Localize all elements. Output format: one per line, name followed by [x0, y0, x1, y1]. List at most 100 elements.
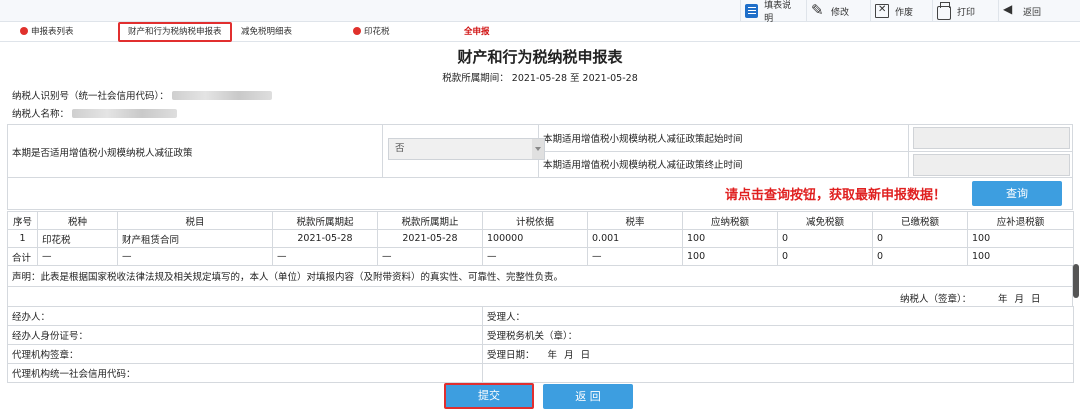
return-label: 返回 — [1023, 7, 1042, 18]
tab-label: 全申报 — [464, 27, 490, 37]
taxpayer-id-redacted — [171, 91, 272, 100]
table-cell: 100 — [967, 247, 1074, 266]
table-cell: — — [117, 247, 273, 266]
red-gear-icon — [353, 27, 361, 35]
empty-cell — [482, 363, 1074, 383]
table-cell: 印花税 — [37, 229, 118, 248]
table-header-row: 序号 税种 税目 税款所属期起 税款所属期止 计税依据 税率 应纳税额 减免税额… — [7, 211, 1074, 230]
submit-button[interactable]: 提交 — [444, 383, 534, 409]
table-cell: 1 — [7, 229, 38, 248]
policy-end-label: 本期适用增值税小规模纳税人减征政策终止时间 — [543, 160, 743, 171]
agent-id-label: 经办人身份证号： — [7, 325, 483, 345]
void-label: 作废 — [895, 7, 914, 18]
reduction-policy-block: 本期是否适用增值税小规模纳税人减征政策 本期适用增值税小规模纳税人减征政策起始时… — [7, 124, 1073, 178]
receiver-label: 受理人： — [482, 306, 1074, 326]
print-label: 打印 — [957, 7, 976, 18]
period-value: 2021-05-28 至 2021-05-28 — [511, 73, 638, 84]
back-arrow-icon — [1003, 2, 1017, 18]
table-cell: 100 — [682, 247, 778, 266]
tab-full-declaration[interactable]: 全申报 — [464, 25, 490, 39]
policy-start-input[interactable] — [913, 127, 1070, 149]
taxpayer-id-row: 纳税人识别号（统一社会信用代码）： — [12, 88, 272, 102]
table-cell: 合计 — [7, 247, 38, 266]
policy-select-value: 否 — [395, 143, 405, 154]
footer-row: 代理机构签章： 受理日期： 年 月 日 — [7, 344, 1074, 364]
tab-declaration-list[interactable]: 申报表列表 — [20, 25, 74, 39]
tab-label: 财产和行为税纳税申报表 — [128, 27, 222, 37]
toolbar-actions: 填表说明 修改 作废 打印 返回 — [740, 0, 1080, 24]
taxpayer-name-label: 纳税人名称： — [12, 109, 70, 120]
column-header: 税率 — [587, 211, 683, 230]
receiving-office-label: 受理税务机关（章）： — [482, 325, 1074, 345]
signature-date: 年 月 日 — [998, 294, 1041, 305]
instructions-button[interactable]: 填表说明 — [740, 0, 806, 24]
taxpayer-name-row: 纳税人名称： — [12, 106, 178, 120]
signature-label: 纳税人（签章）： — [900, 294, 972, 305]
column-header: 税款所属期止 — [377, 211, 483, 230]
tax-table: 序号 税种 税目 税款所属期起 税款所属期止 计税依据 税率 应纳税额 减免税额… — [7, 211, 1074, 266]
query-button[interactable]: 查询 — [972, 181, 1062, 206]
edit-label: 修改 — [831, 7, 850, 18]
policy-end-input[interactable] — [913, 154, 1070, 176]
red-gear-icon — [20, 27, 28, 35]
column-header: 应纳税额 — [682, 211, 778, 230]
tab-tax-relief-details[interactable]: 减免税明细表 — [241, 25, 292, 39]
tab-label: 减免税明细表 — [241, 27, 293, 37]
signature-row: 纳税人（签章）： 年 月 日 — [7, 287, 1073, 307]
void-icon — [875, 4, 889, 18]
form-tabs: 申报表列表 财产和行为税纳税申报表 减免税明细表 印花税 全申报 — [0, 22, 1080, 42]
printer-icon — [937, 1, 951, 20]
footer-row: 经办人身份证号： 受理税务机关（章）： — [7, 325, 1074, 345]
table-total-row: 合计 — — — — — — 100 0 0 100 — [7, 247, 1074, 266]
back-button[interactable]: 返 回 — [543, 384, 633, 409]
print-button[interactable]: 打印 — [932, 0, 998, 22]
top-toolbar: 填表说明 修改 作废 打印 返回 — [0, 0, 1080, 24]
column-header: 减免税额 — [777, 211, 873, 230]
void-button[interactable]: 作废 — [870, 0, 932, 22]
column-header: 税种 — [37, 211, 118, 230]
table-cell: 2021-05-28 — [272, 229, 378, 248]
receive-date-cell: 受理日期： 年 月 日 — [482, 344, 1074, 364]
footer-table: 经办人： 受理人： 经办人身份证号： 受理税务机关（章）： 代理机构签章： 受理… — [7, 306, 1074, 383]
table-cell: 2021-05-28 — [377, 229, 483, 248]
instructions-label: 填表说明 — [764, 1, 792, 24]
table-cell: 0.001 — [587, 229, 683, 248]
policy-select[interactable]: 否 — [388, 138, 545, 160]
column-header: 应补退税额 — [967, 211, 1074, 230]
scrollbar-thumb[interactable] — [1073, 264, 1079, 298]
table-cell: 0 — [777, 247, 873, 266]
column-header: 序号 — [7, 211, 38, 230]
pen-icon — [811, 1, 825, 19]
agency-code-label: 代理机构统一社会信用代码： — [7, 363, 483, 383]
column-header: 计税依据 — [482, 211, 588, 230]
table-cell: 0 — [872, 229, 968, 248]
tab-label: 申报表列表 — [31, 27, 74, 37]
receive-date-label: 受理日期： — [487, 350, 535, 361]
chevron-down-icon — [532, 139, 544, 159]
table-cell: 0 — [872, 247, 968, 266]
column-header: 税目 — [117, 211, 273, 230]
edit-button[interactable]: 修改 — [806, 0, 870, 22]
table-cell: 100 — [682, 229, 778, 248]
tab-stamp-duty[interactable]: 印花税 — [353, 25, 390, 39]
taxpayer-name-redacted — [72, 109, 178, 118]
table-cell: — — [377, 247, 483, 266]
tab-property-behavior-tax[interactable]: 财产和行为税纳税申报表 — [118, 22, 232, 42]
tax-period: 税款所属期间： 2021-05-28 至 2021-05-28 — [0, 70, 1080, 84]
table-cell: — — [587, 247, 683, 266]
page-title: 财产和行为税纳税申报表 — [457, 48, 623, 66]
column-header: 已缴税额 — [872, 211, 968, 230]
divider — [382, 125, 383, 177]
period-label: 税款所属期间： — [442, 73, 509, 84]
table-cell: 100 — [967, 229, 1074, 248]
return-button[interactable]: 返回 — [998, 0, 1080, 22]
table-cell: — — [272, 247, 378, 266]
agent-label: 经办人： — [7, 306, 483, 326]
table-cell: 100000 — [482, 229, 588, 248]
column-header: 税款所属期起 — [272, 211, 378, 230]
table-row: 1 印花税 财产租赁合同 2021-05-28 2021-05-28 10000… — [7, 229, 1074, 248]
table-cell: 0 — [777, 229, 873, 248]
table-cell: 财产租赁合同 — [117, 229, 273, 248]
query-notice: 请点击查询按钮，获取最新申报数据！ — [725, 188, 947, 203]
taxpayer-id-label: 纳税人识别号（统一社会信用代码）： — [12, 91, 169, 102]
